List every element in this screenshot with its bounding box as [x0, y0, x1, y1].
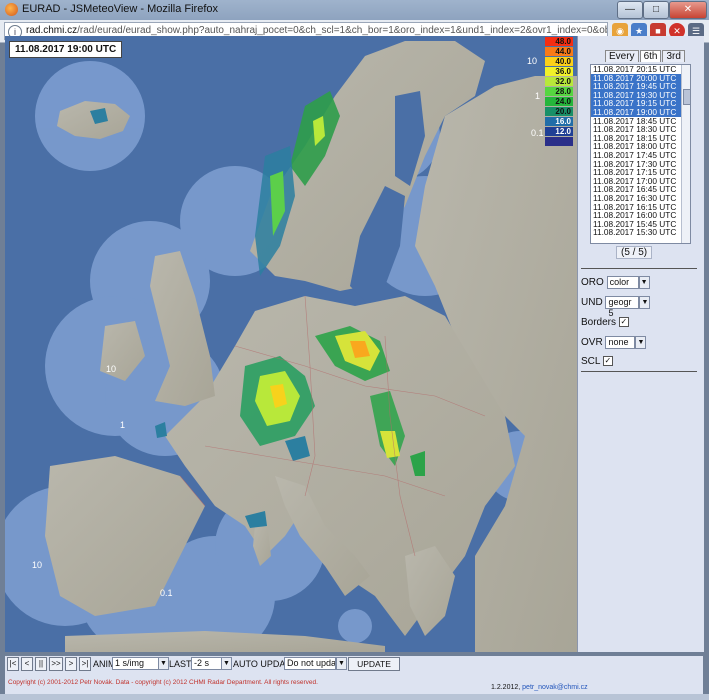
- scale-label: 0.1: [160, 588, 173, 598]
- tab-6th[interactable]: 6th: [639, 50, 662, 62]
- auto-update-select[interactable]: Do not update: [284, 657, 336, 670]
- anim-speed-select[interactable]: 1 s/img: [112, 657, 160, 670]
- legend-entry: 44.0: [545, 47, 573, 56]
- chevron-down-icon[interactable]: ▼: [638, 276, 650, 289]
- last-delay-select[interactable]: -2 s: [191, 657, 223, 670]
- divider: [581, 371, 697, 372]
- tab-3rd[interactable]: 3rd: [662, 50, 685, 62]
- minimize-button[interactable]: —: [617, 1, 643, 19]
- legend-entry: 32.0: [545, 77, 573, 86]
- next-frame-button[interactable]: >: [65, 657, 77, 671]
- und-label: UND: [581, 297, 603, 309]
- time-list-scrollbar[interactable]: [681, 65, 690, 243]
- und-select[interactable]: geogr 5: [605, 296, 640, 318]
- email-link[interactable]: petr_novak@chmi.cz: [522, 684, 587, 691]
- borders-option: Borders ✓: [581, 317, 629, 328]
- pause-button[interactable]: ||: [35, 657, 47, 671]
- url-host: rad.chmi.cz: [26, 25, 78, 36]
- play-fast-button[interactable]: >>: [49, 657, 63, 671]
- scrollbar-thumb[interactable]: [683, 89, 690, 105]
- scl-checkbox[interactable]: ✓: [602, 356, 613, 367]
- divider: [581, 268, 697, 269]
- frame-step-tabs: Every 6th 3rd: [605, 50, 686, 62]
- ovr-select[interactable]: none: [605, 336, 636, 349]
- chevron-down-icon[interactable]: ▼: [639, 296, 651, 309]
- legend-entry: 16.0: [545, 117, 573, 126]
- window-title: EURAD - JSMeteoView - Mozilla Firefox: [22, 3, 219, 15]
- scale-label: 10: [32, 560, 43, 570]
- copyright-text: Copyright (c) 2001-2012 Petr Novák. Data…: [8, 679, 318, 686]
- legend-entry: 28.0: [545, 87, 573, 96]
- scale-label: 1: [535, 91, 541, 101]
- scale-label: 1: [120, 420, 126, 430]
- window-titlebar: EURAD - JSMeteoView - Mozilla Firefox — …: [0, 0, 709, 21]
- close-button[interactable]: ✕: [669, 1, 707, 19]
- scl-label: SCL: [581, 356, 601, 367]
- oro-label: ORO: [581, 277, 604, 289]
- scale-label: 0.1: [531, 128, 544, 138]
- europe-map: [5, 36, 577, 652]
- chevron-down-icon[interactable]: ▼: [635, 336, 647, 349]
- map-timestamp: 11.08.2017 19:00 UTC: [9, 41, 123, 58]
- scale-label: 10: [527, 56, 538, 66]
- chevron-down-icon[interactable]: ▼: [158, 657, 169, 670]
- legend-entry: [545, 137, 573, 146]
- url-path: /rad/eurad/eurad_show.php?auto_nahraj_po…: [77, 25, 607, 36]
- oro-select[interactable]: color: [606, 276, 639, 289]
- page-indicator: (5 / 5): [616, 246, 653, 259]
- page-footer: Copyright (c) 2001-2012 Petr Novák. Data…: [5, 672, 703, 694]
- first-frame-button[interactable]: |<: [7, 657, 19, 671]
- radar-map[interactable]: [5, 36, 577, 652]
- ovr-option: OVR none ▼: [581, 336, 647, 349]
- status-bar: [0, 694, 709, 700]
- time-list[interactable]: 11.08.2017 20:15 UTC 11.08.2017 20:00 UTC…: [590, 64, 691, 244]
- legend-entry: 12.0: [545, 127, 573, 136]
- borders-label: Borders: [581, 317, 617, 328]
- time-list-item[interactable]: 11.08.2017 15:30 UTC: [591, 228, 690, 237]
- chevron-down-icon[interactable]: ▼: [221, 657, 232, 670]
- control-panel: Every 6th 3rd 11.08.2017 20:15 UTC 11.08.20…: [577, 36, 704, 652]
- last-frame-button[interactable]: >|: [79, 657, 91, 671]
- tab-every[interactable]: Every: [605, 50, 639, 62]
- time-rows: 11.08.2017 20:15 UTC 11.08.2017 20:00 UTC…: [591, 65, 690, 237]
- legend-entry: 20.0: [545, 107, 573, 116]
- reflectivity-legend: 48.0 44.0 40.0 36.0 32.0 28.0 24.0 20.0 16.0 12.0: [545, 37, 573, 147]
- animation-controls: |< < || >> > >| ANIM 1 s/img ▼ LAST -2 s…: [5, 656, 703, 681]
- legend-entry: 24.0: [545, 97, 573, 106]
- last-label: LAST: [169, 659, 192, 669]
- version-number: 1.2.2012,: [491, 684, 521, 691]
- previous-frame-button[interactable]: <: [21, 657, 33, 671]
- legend-entry: 36.0: [545, 67, 573, 76]
- firefox-icon: [5, 3, 18, 16]
- version-text: 1.2.2012, petr_novak@chmi.cz: [491, 684, 588, 691]
- oro-option: ORO color ▼: [581, 276, 650, 289]
- legend-entry: 48.0: [545, 37, 573, 46]
- chevron-down-icon[interactable]: ▼: [336, 657, 347, 670]
- maximize-button[interactable]: □: [643, 1, 669, 19]
- scl-option: SCL ✓: [581, 356, 613, 367]
- ovr-label: OVR: [581, 337, 603, 349]
- legend-entry: 40.0: [545, 57, 573, 66]
- scale-label: 10: [106, 364, 117, 374]
- und-option: UND geogr 5▼: [581, 296, 651, 318]
- update-now-button[interactable]: UPDATE NOW: [348, 657, 400, 681]
- borders-checkbox[interactable]: ✓: [618, 317, 629, 328]
